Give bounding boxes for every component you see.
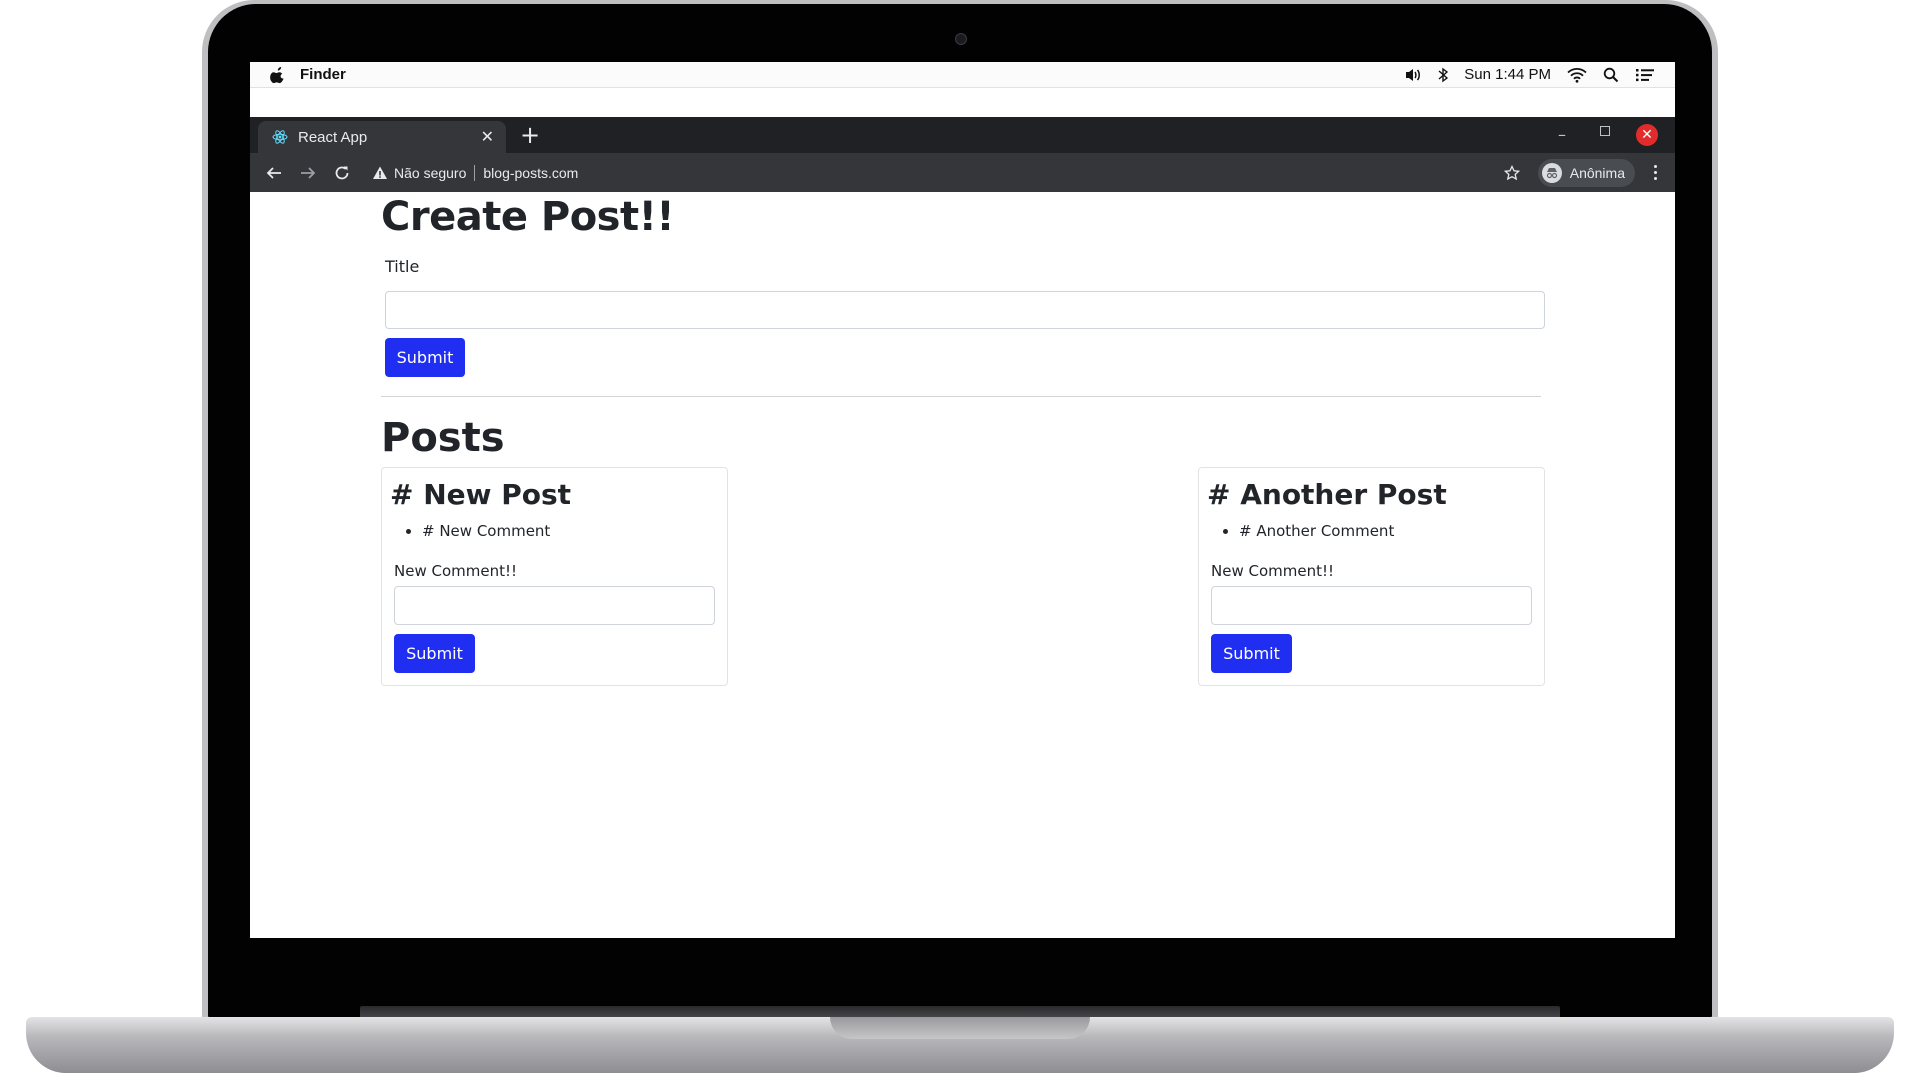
reload-button[interactable] xyxy=(332,163,352,183)
warning-icon[interactable] xyxy=(372,165,388,181)
webcam xyxy=(955,33,967,45)
comment-list: # Another Comment xyxy=(1209,522,1394,540)
post-title: # Another Post xyxy=(1207,478,1447,511)
create-post-submit-button[interactable]: Submit xyxy=(385,338,465,377)
create-post-heading: Create Post!! xyxy=(381,194,675,240)
url-text[interactable]: blog-posts.com xyxy=(483,165,578,181)
forward-arrow-icon xyxy=(301,166,316,179)
menubar-clock[interactable]: Sun 1:44 PM xyxy=(1464,66,1551,83)
new-comment-label: New Comment!! xyxy=(1211,562,1335,580)
comment-item: # Another Comment xyxy=(1239,522,1394,540)
browser-tab-strip: React App ✕ + – ✕ xyxy=(250,117,1675,153)
incognito-profile-button[interactable]: Anônima xyxy=(1537,158,1635,187)
browser-menu-icon[interactable] xyxy=(1647,165,1663,180)
tab-close-icon[interactable]: ✕ xyxy=(481,127,494,147)
new-comment-input[interactable] xyxy=(1211,586,1532,625)
post-card-new-post: # New Post # New Comment New Comment!! S… xyxy=(381,467,728,686)
title-input[interactable] xyxy=(385,291,1545,329)
post-title: # New Post xyxy=(390,478,572,511)
new-comment-input[interactable] xyxy=(394,586,715,625)
notification-center-icon[interactable] xyxy=(1635,67,1655,83)
macos-menubar: Finder Sun 1:44 PM xyxy=(250,62,1675,88)
back-arrow-icon xyxy=(266,166,281,179)
menubar-status-area: Sun 1:44 PM xyxy=(1404,66,1655,83)
spotlight-search-icon[interactable] xyxy=(1603,67,1619,83)
post-card-another-post: # Another Post # Another Comment New Com… xyxy=(1198,467,1545,686)
tab-react-app[interactable]: React App ✕ xyxy=(258,121,506,153)
bluetooth-icon[interactable] xyxy=(1438,67,1449,83)
comment-submit-button[interactable]: Submit xyxy=(1211,634,1292,673)
browser-toolbar: Não seguro blog-posts.com Anônima xyxy=(250,153,1675,192)
section-divider xyxy=(381,396,1541,397)
forward-button[interactable] xyxy=(298,163,318,183)
wifi-icon[interactable] xyxy=(1567,67,1587,83)
window-close-button[interactable]: ✕ xyxy=(1636,124,1658,146)
new-tab-button[interactable]: + xyxy=(520,122,540,148)
comment-submit-button[interactable]: Submit xyxy=(394,634,475,673)
address-bar[interactable]: Não seguro blog-posts.com xyxy=(364,158,1538,188)
back-button[interactable] xyxy=(264,163,284,183)
new-comment-label: New Comment!! xyxy=(394,562,518,580)
web-page: Create Post!! Title Submit Posts # New P… xyxy=(250,192,1675,938)
volume-icon[interactable] xyxy=(1404,67,1422,83)
react-favicon-icon xyxy=(272,130,288,144)
not-secure-label[interactable]: Não seguro xyxy=(394,165,466,181)
profile-label: Anônima xyxy=(1569,164,1625,181)
posts-heading: Posts xyxy=(381,415,505,461)
comment-item: # New Comment xyxy=(422,522,550,540)
bookmark-star-icon[interactable] xyxy=(1503,164,1520,181)
apple-icon[interactable] xyxy=(270,66,286,84)
desktop-gap xyxy=(250,88,1675,117)
reload-icon xyxy=(335,166,349,179)
incognito-icon xyxy=(1541,162,1562,183)
comment-list: # New Comment xyxy=(392,522,550,540)
title-label: Title xyxy=(385,257,420,276)
address-separator xyxy=(474,164,476,181)
tab-title: React App xyxy=(298,128,368,146)
screen: Finder Sun 1:44 PM React App ✕ + – ✕ Não… xyxy=(250,62,1675,938)
window-restore-button[interactable] xyxy=(1600,126,1610,136)
window-minimize-button[interactable]: – xyxy=(1558,125,1566,144)
laptop-notch xyxy=(830,1017,1090,1039)
active-app-name[interactable]: Finder xyxy=(300,66,346,83)
